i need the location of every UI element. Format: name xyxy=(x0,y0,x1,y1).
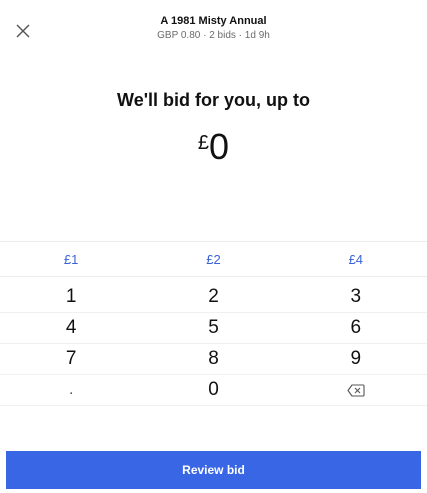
bid-prompt: We'll bid for you, up to xyxy=(117,90,310,110)
key-6[interactable]: 6 xyxy=(284,313,427,344)
listing-header: A 1981 Misty Annual GBP 0.80 · 2 bids · … xyxy=(60,14,367,43)
listing-subtitle: GBP 0.80 · 2 bids · 1d 9h xyxy=(157,30,270,41)
quick-amount-button-4[interactable]: £4 xyxy=(285,242,427,276)
key-8[interactable]: 8 xyxy=(142,344,285,375)
quick-amount-button-2[interactable]: £2 xyxy=(142,242,284,276)
key-1[interactable]: 1 xyxy=(0,282,143,313)
numeric-keypad: 1 2 3 4 5 6 7 8 9 . 0 xyxy=(0,282,427,438)
backspace-icon xyxy=(347,383,365,397)
listing-title: A 1981 Misty Annual xyxy=(160,15,267,27)
quick-amount-row: £1 £2 £4 xyxy=(0,241,427,277)
key-decimal[interactable]: . xyxy=(0,375,143,406)
close-icon xyxy=(16,24,30,38)
bid-amount-value: 0 xyxy=(209,126,230,167)
key-5[interactable]: 5 xyxy=(142,313,285,344)
close-button[interactable] xyxy=(10,18,36,44)
key-0[interactable]: 0 xyxy=(142,375,285,406)
currency-symbol: £ xyxy=(197,132,210,154)
review-bid-button[interactable]: Review bid xyxy=(6,451,421,489)
key-2[interactable]: 2 xyxy=(142,282,285,313)
bid-amount-display: £0 xyxy=(0,126,427,168)
key-9[interactable]: 9 xyxy=(284,344,427,375)
max-bid-screen: A 1981 Misty Annual GBP 0.80 · 2 bids · … xyxy=(0,0,427,493)
quick-amount-button-1[interactable]: £1 xyxy=(0,242,142,276)
key-3[interactable]: 3 xyxy=(284,282,427,313)
backspace-key[interactable] xyxy=(284,375,427,406)
key-4[interactable]: 4 xyxy=(0,313,143,344)
key-7[interactable]: 7 xyxy=(0,344,143,375)
